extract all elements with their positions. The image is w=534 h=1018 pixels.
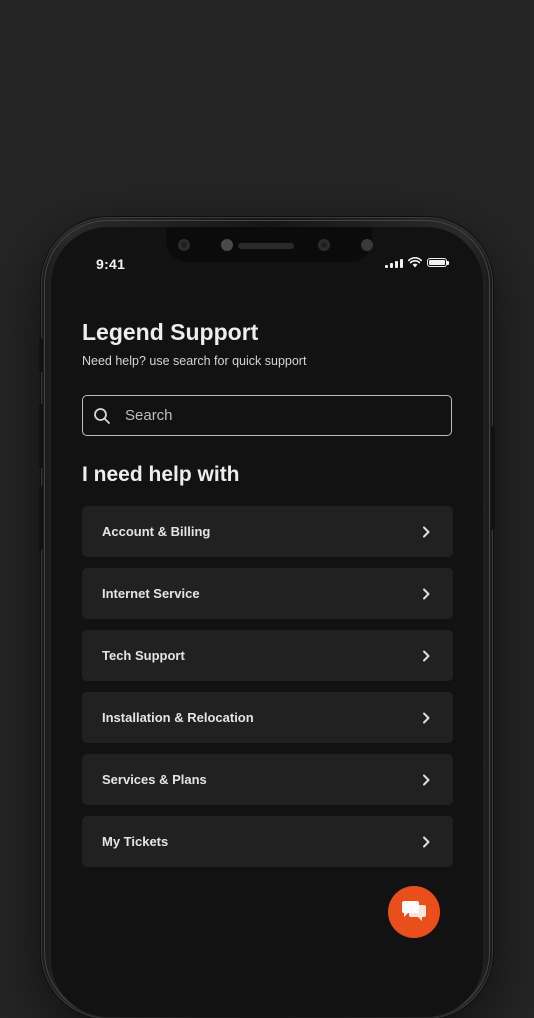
menu-item-label: Services & Plans	[102, 772, 207, 787]
chat-support-button[interactable]	[388, 886, 440, 938]
signal-icon	[385, 258, 403, 268]
chevron-right-icon	[421, 526, 431, 538]
phone-frame: 9:41 Legend Support Need help? use searc…	[39, 218, 495, 1018]
page-subtitle: Need help? use search for quick support	[82, 354, 307, 368]
camera-icon	[221, 239, 233, 251]
battery-icon	[427, 258, 449, 267]
chevron-right-icon	[421, 774, 431, 786]
volume-down-button	[39, 486, 43, 550]
status-icons	[385, 257, 449, 268]
chevron-right-icon	[421, 588, 431, 600]
menu-item-tech-support[interactable]: Tech Support	[82, 630, 453, 681]
proximity-sensor-icon	[361, 239, 373, 251]
menu-item-label: Installation & Relocation	[102, 710, 254, 725]
section-title: I need help with	[82, 463, 240, 486]
menu-item-services-plans[interactable]: Services & Plans	[82, 754, 453, 805]
mute-switch	[39, 338, 43, 372]
search-icon	[93, 407, 111, 425]
sensor-icon	[318, 239, 330, 251]
menu-item-label: My Tickets	[102, 834, 169, 849]
notch	[166, 227, 373, 262]
menu-item-label: Tech Support	[102, 648, 185, 663]
menu-item-account-billing[interactable]: Account & Billing	[82, 506, 453, 557]
power-button	[491, 426, 495, 530]
menu-item-label: Internet Service	[102, 586, 200, 601]
menu-item-internet-service[interactable]: Internet Service	[82, 568, 453, 619]
earpiece-speaker	[238, 243, 294, 249]
status-time: 9:41	[96, 256, 126, 272]
menu-item-my-tickets[interactable]: My Tickets	[82, 816, 453, 867]
search-box[interactable]	[82, 395, 452, 436]
chevron-right-icon	[421, 712, 431, 724]
wifi-icon	[408, 257, 422, 268]
chat-bubbles-icon	[402, 901, 426, 921]
volume-up-button	[39, 404, 43, 468]
menu-item-installation-relocation[interactable]: Installation & Relocation	[82, 692, 453, 743]
page-title: Legend Support	[82, 319, 259, 345]
menu-item-label: Account & Billing	[102, 524, 211, 539]
chevron-right-icon	[421, 836, 431, 848]
chevron-right-icon	[421, 650, 431, 662]
app-screen: 9:41 Legend Support Need help? use searc…	[51, 227, 483, 1017]
help-topics-list: Account & Billing Internet Service Tech …	[82, 506, 453, 878]
search-input[interactable]	[123, 406, 451, 425]
sensor-icon	[178, 239, 190, 251]
